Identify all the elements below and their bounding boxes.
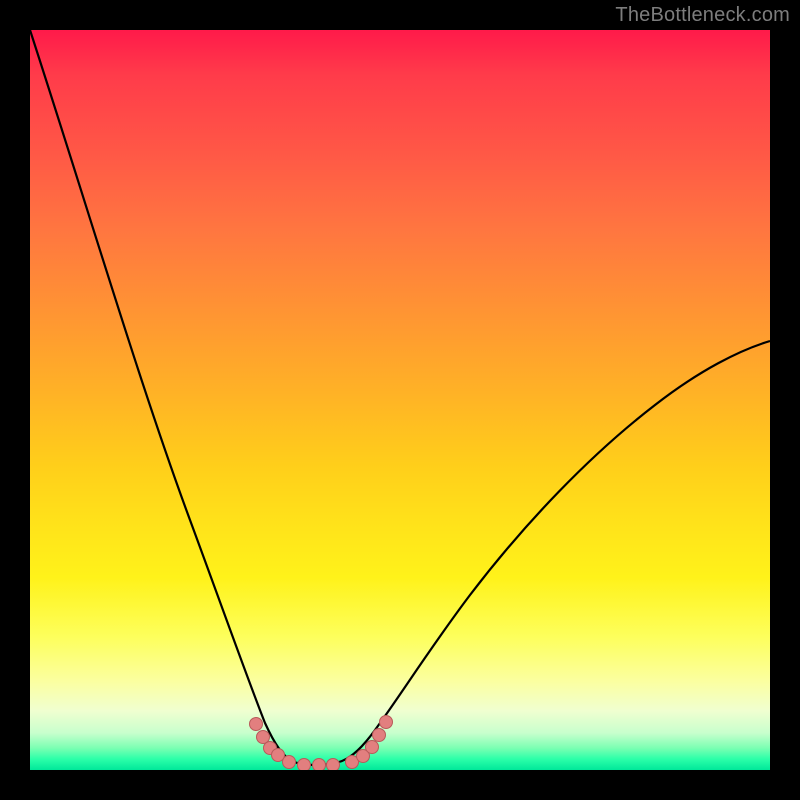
watermark-text: TheBottleneck.com <box>615 4 790 27</box>
marker-dot <box>380 716 393 729</box>
bottleneck-curve-svg <box>30 30 770 770</box>
marker-dot <box>373 729 386 742</box>
marker-dot <box>298 759 311 771</box>
marker-dot <box>250 718 263 731</box>
plot-area <box>30 30 770 770</box>
marker-dot <box>327 759 340 771</box>
marker-cluster <box>250 716 393 771</box>
chart-frame: TheBottleneck.com <box>0 0 800 800</box>
marker-dot <box>283 756 296 769</box>
bottleneck-curve <box>30 30 770 765</box>
marker-dot <box>313 759 326 771</box>
marker-dot <box>366 741 379 754</box>
